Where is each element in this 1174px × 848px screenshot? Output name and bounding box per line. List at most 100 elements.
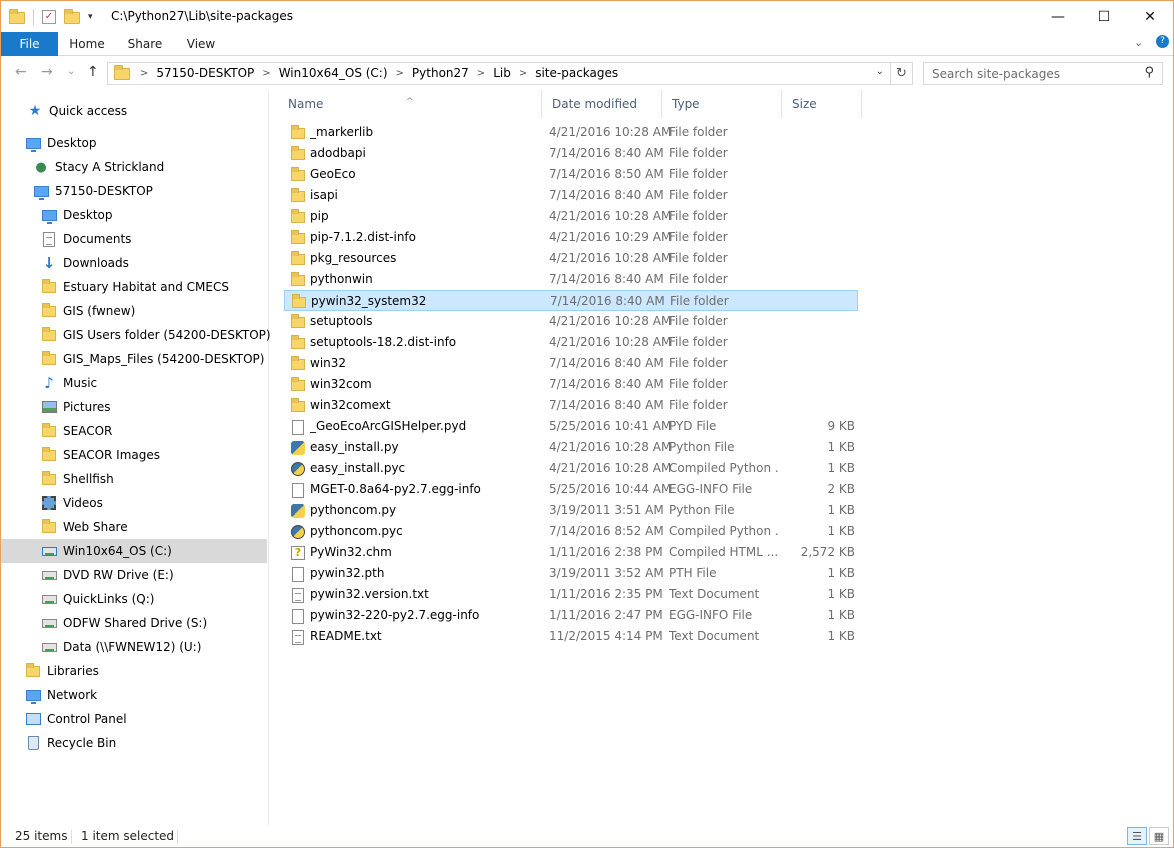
file-row[interactable]: README.txt 11/2/2015 4:14 PM Text Document…: [284, 626, 858, 647]
file-row[interactable]: _markerlib 4/21/2016 10:28 AM File folder: [284, 122, 858, 143]
refresh-button[interactable]: ↻: [891, 62, 913, 85]
tab-home[interactable]: Home: [61, 32, 113, 56]
file-row[interactable]: pythoncom.pyc 7/14/2016 8:52 AM Compiled P…: [284, 521, 858, 542]
sidebar-item-shellfish[interactable]: Shellfish: [1, 467, 267, 491]
folder-icon: [290, 271, 306, 288]
sidebar-item-web-share[interactable]: Web Share: [1, 515, 267, 539]
file-row[interactable]: win32comext 7/14/2016 8:40 AM File folder: [284, 395, 858, 416]
sidebar-item-dvd-drive[interactable]: DVD RW Drive (E:): [1, 563, 267, 587]
breadcrumb-separator[interactable]: >: [396, 68, 404, 79]
sidebar-item-network[interactable]: Network: [1, 683, 267, 707]
sidebar-item-desktop[interactable]: Desktop: [1, 203, 267, 227]
breadcrumb-site-packages[interactable]: site-packages: [535, 66, 618, 80]
file-row[interactable]: pip 4/21/2016 10:28 AM File folder: [284, 206, 858, 227]
sidebar-item-downloads[interactable]: ↓ Downloads: [1, 251, 267, 275]
breadcrumb-separator[interactable]: >: [477, 68, 485, 79]
file-row[interactable]: easy_install.pyc 4/21/2016 10:28 AM Compil…: [284, 458, 858, 479]
address-dropdown-icon[interactable]: ⌄: [876, 66, 884, 77]
sidebar-item-music[interactable]: ♪ Music: [1, 371, 267, 395]
file-row[interactable]: pywin32_system32 7/14/2016 8:40 AM File fo…: [284, 290, 858, 311]
file-row[interactable]: win32 7/14/2016 8:40 AM File folder: [284, 353, 858, 374]
expand-ribbon-icon[interactable]: ⌄: [1134, 36, 1143, 49]
sidebar-item-libraries[interactable]: Libraries: [1, 659, 267, 683]
customize-toolbar-icon[interactable]: ▾: [88, 12, 93, 22]
sidebar-item-recycle-bin[interactable]: Recycle Bin: [1, 731, 267, 755]
file-row[interactable]: pywin32.pth 3/19/2011 3:52 AM PTH File 1 KB: [284, 563, 858, 584]
folder-icon: [290, 229, 306, 246]
file-row[interactable]: ? PyWin32.chm 1/11/2016 2:38 PM Compiled HT…: [284, 542, 858, 563]
file-row[interactable]: pip-7.1.2.dist-info 4/21/2016 10:29 AM Fil…: [284, 227, 858, 248]
sidebar-item-quick-access[interactable]: ★ Quick access: [1, 99, 267, 123]
sidebar-item-data-drive[interactable]: Data (\\FWNEW12) (U:): [1, 635, 267, 659]
sidebar-item-videos[interactable]: Videos: [1, 491, 267, 515]
sidebar-item-gis-users[interactable]: GIS Users folder (54200-DESKTOP): [1, 323, 271, 347]
file-row[interactable]: pywin32-220-py2.7.egg-info 1/11/2016 2:47…: [284, 605, 858, 626]
forward-arrow-icon[interactable]: →: [41, 64, 53, 80]
network-drive-icon: [41, 615, 57, 631]
breadcrumb-drive[interactable]: Win10x64_OS (C:): [279, 66, 388, 80]
column-header-name[interactable]: Name ^: [278, 90, 542, 118]
minimize-button[interactable]: —: [1035, 1, 1081, 32]
file-row[interactable]: easy_install.py 4/21/2016 10:28 AM Python …: [284, 437, 858, 458]
large-icons-view-icon[interactable]: ▦: [1149, 827, 1169, 845]
breadcrumb-python27[interactable]: Python27: [412, 66, 469, 80]
folder-icon: [290, 145, 306, 162]
sidebar-item-pictures[interactable]: Pictures: [1, 395, 267, 419]
file-size: [784, 227, 855, 248]
up-arrow-icon[interactable]: ↑: [87, 64, 99, 80]
file-row[interactable]: win32com 7/14/2016 8:40 AM File folder: [284, 374, 858, 395]
file-row[interactable]: adodbapi 7/14/2016 8:40 AM File folder: [284, 143, 858, 164]
file-row[interactable]: pythoncom.py 3/19/2011 3:51 AM Python File…: [284, 500, 858, 521]
sidebar-item-gis-maps[interactable]: GIS_Maps_Files (54200-DESKTOP): [1, 347, 267, 371]
new-folder-icon[interactable]: [64, 9, 80, 24]
file-date: 7/14/2016 8:40 AM: [549, 188, 664, 202]
breadcrumb-separator[interactable]: >: [519, 68, 527, 79]
column-header-size[interactable]: Size: [782, 90, 862, 118]
file-type: File folder: [669, 314, 728, 328]
tab-view[interactable]: View: [177, 32, 225, 56]
file-row[interactable]: pkg_resources 4/21/2016 10:28 AM File fold…: [284, 248, 858, 269]
file-row[interactable]: setuptools-18.2.dist-info 4/21/2016 10:28…: [284, 332, 858, 353]
sidebar-item-seacor-images[interactable]: SEACOR Images: [1, 443, 267, 467]
breadcrumb-lib[interactable]: Lib: [493, 66, 511, 80]
recent-locations-icon[interactable]: ⌄: [67, 66, 75, 77]
file-name: win32: [310, 356, 347, 370]
help-icon[interactable]: ?: [1156, 35, 1169, 48]
tab-share[interactable]: Share: [119, 32, 171, 56]
sidebar-item-computer[interactable]: 57150-DESKTOP: [1, 179, 267, 203]
file-row[interactable]: pywin32.version.txt 1/11/2016 2:35 PM Text…: [284, 584, 858, 605]
folder-icon: [291, 293, 307, 310]
sidebar-item-user[interactable]: ● Stacy A Strickland: [1, 155, 267, 179]
breadcrumb-separator[interactable]: >: [140, 68, 148, 79]
sidebar-item-quicklinks[interactable]: QuickLinks (Q:): [1, 587, 267, 611]
column-header-date[interactable]: Date modified: [542, 90, 662, 118]
sidebar-item-control-panel[interactable]: Control Panel: [1, 707, 267, 731]
file-size: 2 KB: [827, 482, 855, 496]
file-row[interactable]: setuptools 4/21/2016 10:28 AM File folder: [284, 311, 858, 332]
sidebar-item-odfw-drive[interactable]: ODFW Shared Drive (S:): [1, 611, 267, 635]
tab-file[interactable]: File: [1, 32, 58, 56]
file-row[interactable]: pythonwin 7/14/2016 8:40 AM File folder: [284, 269, 858, 290]
maximize-button[interactable]: ☐: [1081, 1, 1127, 32]
sidebar-item-estuary[interactable]: Estuary Habitat and CMECS: [1, 275, 267, 299]
sidebar-item-gis[interactable]: GIS (fwnew): [1, 299, 267, 323]
file-row[interactable]: MGET-0.8a64-py2.7.egg-info 5/25/2016 10:4…: [284, 479, 858, 500]
details-view-icon[interactable]: ☰: [1127, 827, 1147, 845]
sidebar-item-documents[interactable]: Documents: [1, 227, 267, 251]
title-bar: ✓ ▾ C:\Python27\Lib\site-packages — ☐ ✕: [1, 1, 1173, 32]
sidebar-item-c-drive[interactable]: Win10x64_OS (C:): [1, 539, 267, 563]
breadcrumb-separator[interactable]: >: [262, 68, 270, 79]
search-input[interactable]: Search site-packages: [932, 67, 1060, 81]
file-row[interactable]: isapi 7/14/2016 8:40 AM File folder: [284, 185, 858, 206]
properties-icon[interactable]: ✓: [42, 10, 56, 24]
file-row[interactable]: GeoEco 7/14/2016 8:50 AM File folder: [284, 164, 858, 185]
address-bar[interactable]: > 57150-DESKTOP > Win10x64_OS (C:) > Pyt…: [107, 62, 891, 85]
search-box[interactable]: Search site-packages ⚲: [923, 62, 1163, 85]
sidebar-item-desktop-root[interactable]: Desktop: [1, 131, 267, 155]
breadcrumb-computer[interactable]: 57150-DESKTOP: [156, 66, 254, 80]
back-arrow-icon[interactable]: ←: [15, 64, 27, 80]
file-row[interactable]: _GeoEcoArcGISHelper.pyd 5/25/2016 10:41 A…: [284, 416, 858, 437]
sidebar-item-seacor[interactable]: SEACOR: [1, 419, 267, 443]
column-header-type[interactable]: Type: [662, 90, 782, 118]
close-button[interactable]: ✕: [1127, 1, 1173, 32]
